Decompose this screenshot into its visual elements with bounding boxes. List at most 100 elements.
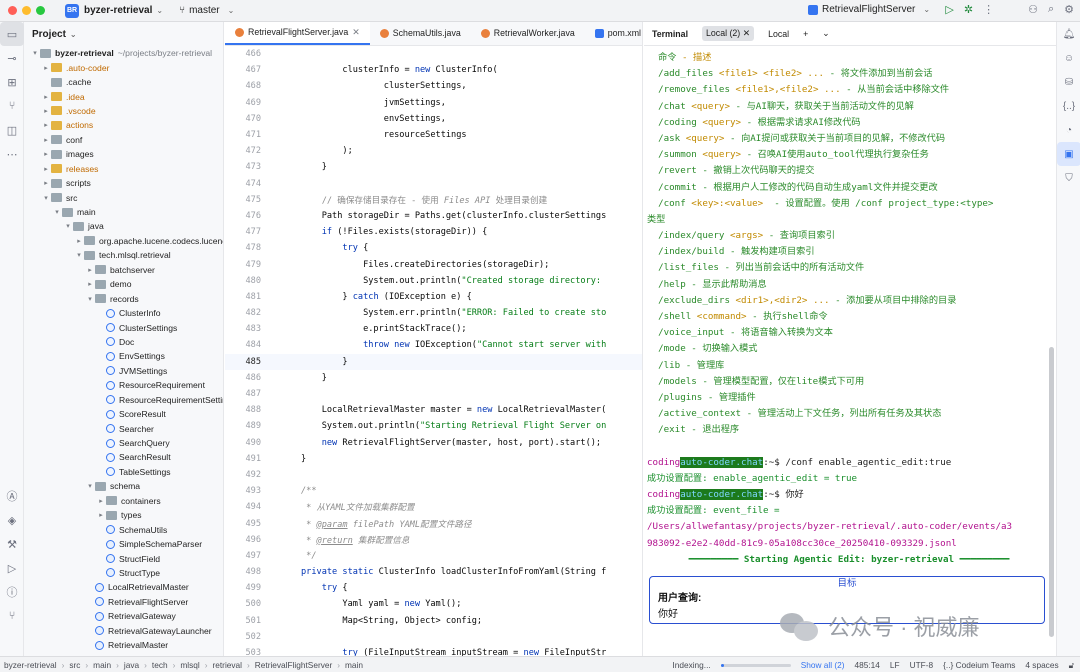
terminal-tab-local-2[interactable]: Local (2) ✕: [702, 26, 755, 41]
chevron-down-icon[interactable]: ▾: [74, 251, 84, 259]
code-line[interactable]: 501 Map<String, Object> config;: [225, 613, 642, 629]
add-tab-icon[interactable]: +: [803, 29, 808, 39]
tree-item[interactable]: JVMSettings: [24, 364, 223, 378]
code-line[interactable]: 491}: [225, 451, 642, 467]
code-area[interactable]: 466 467 clusterInfo = new ClusterInfo(468…: [225, 46, 642, 656]
editor-tab[interactable]: RetrievalFlightServer.java ✕: [225, 22, 370, 45]
notifications-icon[interactable]: 🔔︎: [1057, 22, 1080, 46]
ai-assistant-icon[interactable]: Ⓐ: [0, 484, 24, 508]
run-configuration-selector[interactable]: RetrievalFlightServer ⌄: [808, 4, 930, 15]
chevron-right-icon[interactable]: ▸: [96, 511, 106, 519]
add-user-icon[interactable]: ⚇: [1028, 3, 1038, 16]
more-vertical-icon[interactable]: ⋮: [983, 3, 994, 16]
project-switcher[interactable]: byzer-retrieval: [84, 5, 152, 16]
tree-item[interactable]: Searcher: [24, 421, 223, 435]
chevron-down-icon[interactable]: ▾: [30, 49, 40, 57]
chevron-right-icon[interactable]: ▸: [96, 497, 106, 505]
chevron-right-icon[interactable]: ▸: [41, 165, 51, 173]
code-line[interactable]: 474: [225, 176, 642, 192]
tree-item[interactable]: ▸ .idea: [24, 89, 223, 103]
code-line[interactable]: 498 private static ClusterInfo loadCluste…: [225, 564, 642, 580]
code-line[interactable]: 488 LocalRetrievalMaster master = new Lo…: [225, 402, 642, 418]
tree-item[interactable]: ▸ .auto-coder: [24, 60, 223, 74]
tree-item[interactable]: ▸ .vscode: [24, 104, 223, 118]
branch-switcher[interactable]: ⑂ master ⌄: [179, 5, 234, 16]
tree-item[interactable]: ▸ conf: [24, 133, 223, 147]
editor-tab[interactable]: RetrievalWorker.java: [471, 22, 585, 45]
code-line[interactable]: 499 try {: [225, 580, 642, 596]
close-icon[interactable]: ✕: [743, 28, 750, 38]
problems-icon[interactable]: ⓘ: [0, 580, 24, 604]
tree-item[interactable]: ▾ schema: [24, 479, 223, 493]
run-tool-icon[interactable]: ▷: [0, 556, 24, 580]
chevron-right-icon[interactable]: ▸: [41, 64, 51, 72]
tree-item[interactable]: ▸ releases: [24, 162, 223, 176]
shield-icon[interactable]: ⛉: [1057, 166, 1080, 190]
code-line[interactable]: 492: [225, 467, 642, 483]
breadcrumb-item[interactable]: mlsql: [180, 660, 199, 670]
tree-item[interactable]: SimpleSchemaParser: [24, 537, 223, 551]
code-line[interactable]: 482 System.err.println("ERROR: Failed to…: [225, 305, 642, 321]
code-line[interactable]: 470 envSettings,: [225, 111, 642, 127]
code-line[interactable]: 496 * @return 集群配置信息: [225, 532, 642, 548]
tree-item[interactable]: RetrievalMaster: [24, 638, 223, 652]
chevron-right-icon[interactable]: ▸: [41, 107, 51, 115]
tree-item[interactable]: RetrievalGatewayLauncher: [24, 624, 223, 638]
code-line[interactable]: 468 clusterSettings,: [225, 78, 642, 94]
tree-item[interactable]: SearchQuery: [24, 436, 223, 450]
line-separator[interactable]: LF: [890, 660, 900, 670]
code-line[interactable]: 495 * @param filePath YAML配置文件路径: [225, 515, 642, 531]
chevron-down-icon[interactable]: ⌄: [822, 28, 829, 39]
chevron-right-icon[interactable]: ▸: [41, 93, 51, 101]
codeium-status[interactable]: {..} Codeium Teams: [943, 660, 1015, 670]
tree-item[interactable]: ▾ main: [24, 205, 223, 219]
code-line[interactable]: 475 // 确保存储目录存在 - 使用 Files API 处理目录创建: [225, 192, 642, 208]
lock-icon[interactable]: 🔓︎: [1069, 660, 1074, 671]
copilot-icon[interactable]: ☺: [1057, 46, 1080, 70]
code-line[interactable]: 476 Path storageDir = Paths.get(clusterI…: [225, 208, 642, 224]
tree-item[interactable]: SearchResult: [24, 450, 223, 464]
code-line[interactable]: 486 }: [225, 370, 642, 386]
code-line[interactable]: 466: [225, 46, 642, 62]
chevron-down-icon[interactable]: ▾: [85, 295, 95, 303]
tree-item[interactable]: RetrievalGateway: [24, 609, 223, 623]
breadcrumb-item[interactable]: main: [345, 660, 363, 670]
tree-item[interactable]: ▸ scripts: [24, 176, 223, 190]
run-icon[interactable]: ▷: [945, 3, 953, 16]
tree-item[interactable]: LocalRetrievalMaster: [24, 580, 223, 594]
editor-tab[interactable]: pom.xml: [585, 22, 642, 45]
build-icon[interactable]: ⚒: [0, 532, 24, 556]
code-line[interactable]: 480 System.out.println("Created storage …: [225, 273, 642, 289]
layers-icon[interactable]: ◈: [0, 508, 24, 532]
pull-requests-icon[interactable]: ⑂: [0, 94, 24, 118]
tree-item[interactable]: StructField: [24, 551, 223, 565]
tree-item[interactable]: ▾ tech.mlsql.retrieval: [24, 248, 223, 262]
show-all-link[interactable]: Show all (2): [801, 660, 845, 670]
code-line[interactable]: 489 System.out.println("Starting Retriev…: [225, 418, 642, 434]
project-panel-header[interactable]: Project ⌄: [24, 22, 223, 46]
code-line[interactable]: 487: [225, 386, 642, 402]
code-line[interactable]: 500 Yaml yaml = new Yaml();: [225, 596, 642, 612]
tree-item[interactable]: ▸ org.apache.lucene.codecs.lucene: [24, 234, 223, 248]
database-icon[interactable]: ⛁: [1057, 70, 1080, 94]
services-icon[interactable]: ◫: [0, 118, 24, 142]
breadcrumb-item[interactable]: retrieval: [213, 660, 243, 670]
debug-icon[interactable]: ✲: [964, 3, 973, 16]
chevron-down-icon[interactable]: ▾: [52, 208, 62, 216]
commit-tool-icon[interactable]: ⊸: [0, 46, 24, 70]
git-tool-icon[interactable]: ⑂: [0, 604, 24, 628]
code-line[interactable]: 472 );: [225, 143, 642, 159]
code-line[interactable]: 483 e.printStackTrace();: [225, 321, 642, 337]
gear-icon[interactable]: ⚙: [1064, 3, 1074, 16]
file-encoding[interactable]: UTF-8: [910, 660, 934, 670]
project-tool-icon[interactable]: ▭: [0, 22, 24, 46]
code-line[interactable]: 478 try {: [225, 240, 642, 256]
chevron-right-icon[interactable]: ▸: [74, 237, 84, 245]
code-line[interactable]: 473 }: [225, 159, 642, 175]
chevron-right-icon[interactable]: ▸: [41, 136, 51, 144]
chevron-down-icon[interactable]: ▾: [41, 194, 51, 202]
code-line[interactable]: 467 clusterInfo = new ClusterInfo(: [225, 62, 642, 78]
code-line[interactable]: 469 jvmSettings,: [225, 95, 642, 111]
close-window-button[interactable]: [8, 6, 17, 15]
minimize-window-button[interactable]: [22, 6, 31, 15]
